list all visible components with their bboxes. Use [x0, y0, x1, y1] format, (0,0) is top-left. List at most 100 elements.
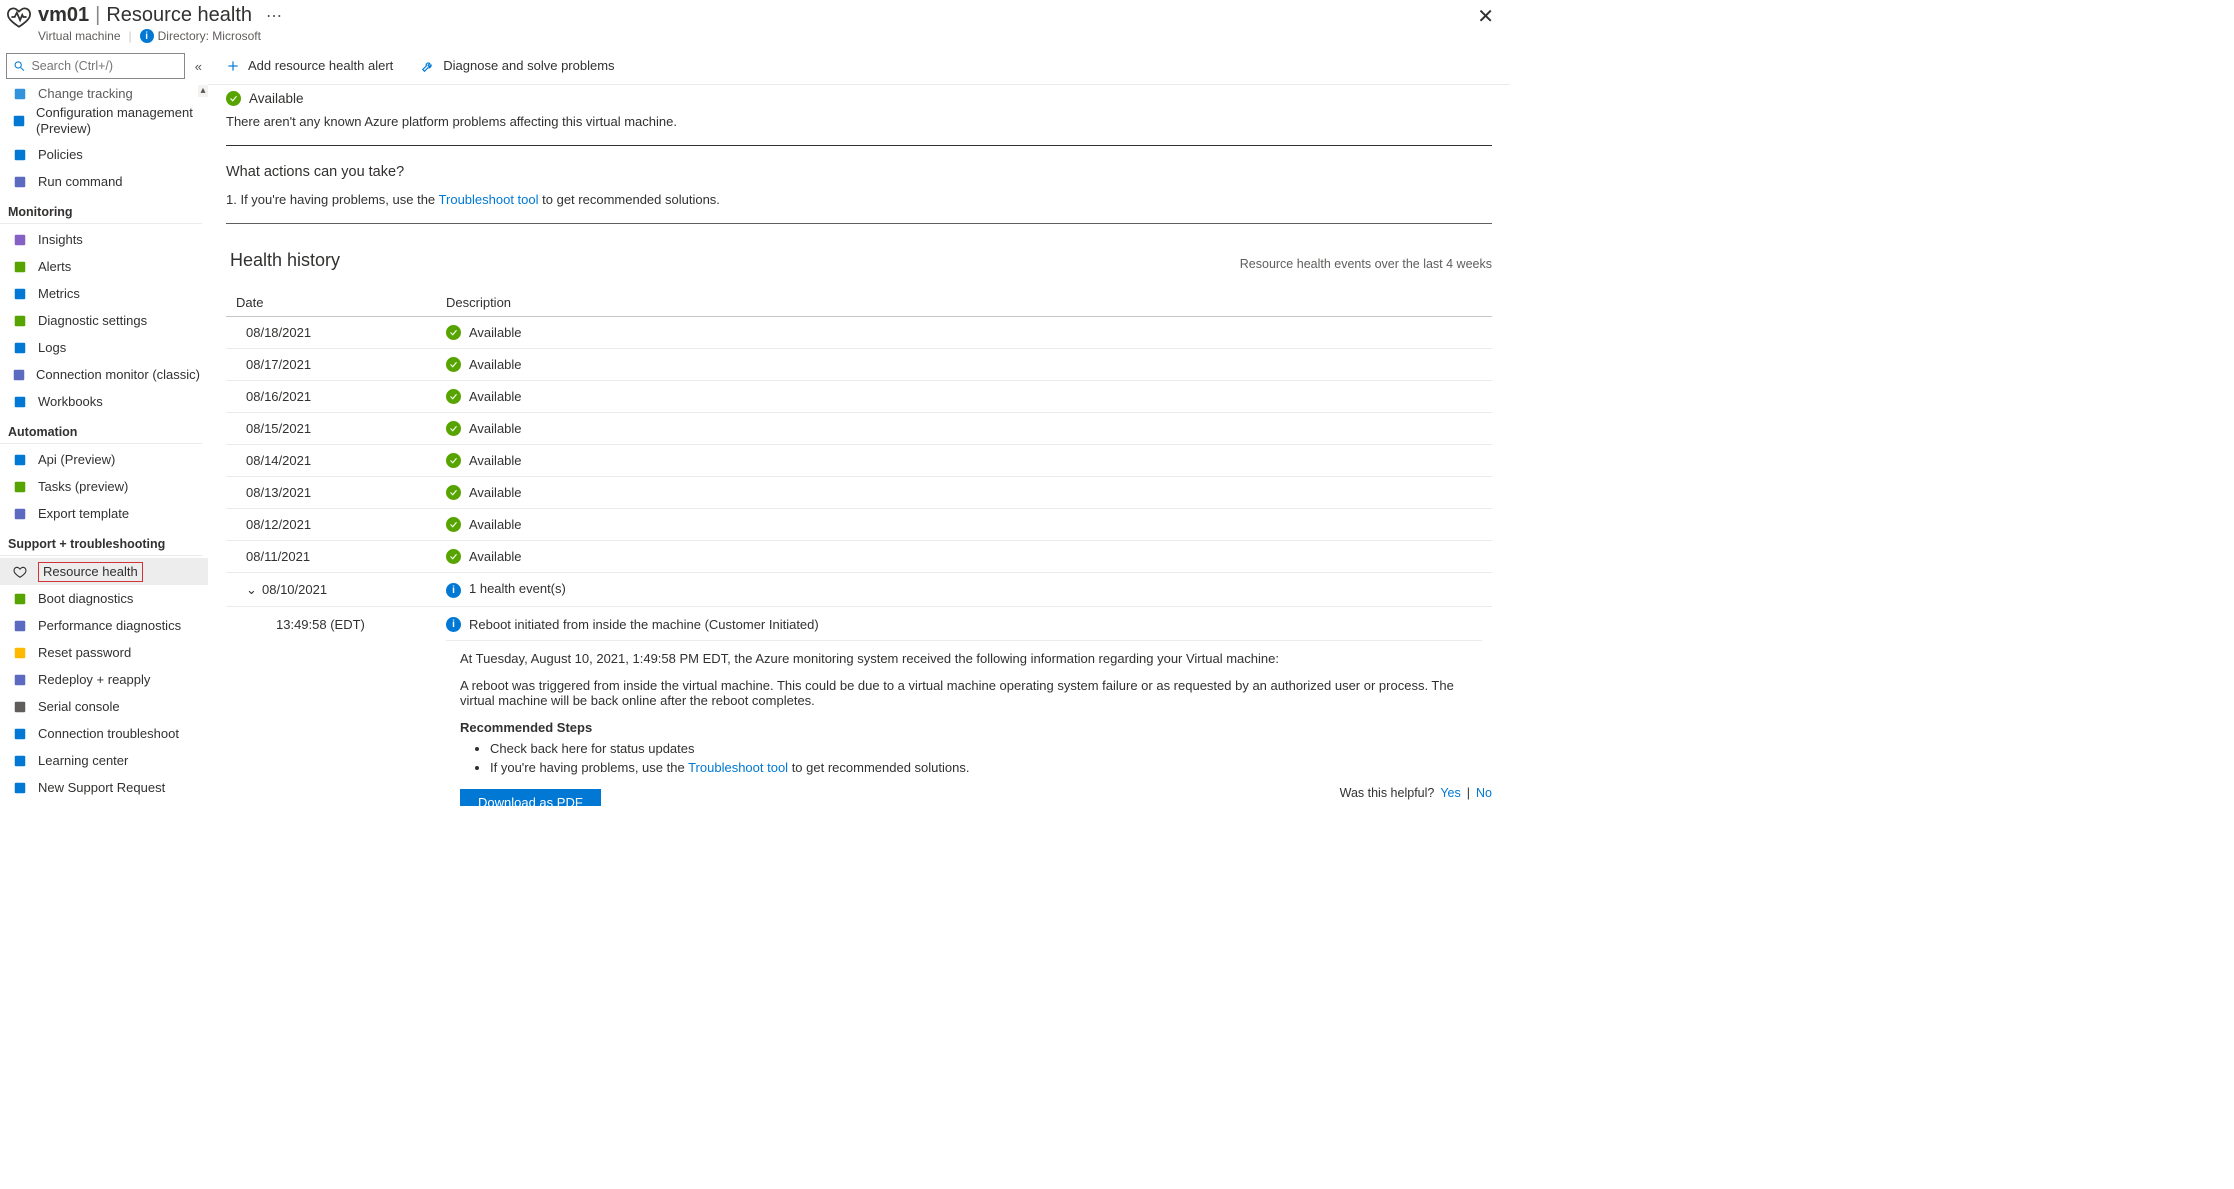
- history-summary: 1 health event(s): [469, 581, 566, 596]
- recommended-step-2: If you're having problems, use the Troub…: [490, 760, 1482, 775]
- sidebar-item-resource-health[interactable]: Resource health: [0, 558, 208, 585]
- history-row[interactable]: 08/17/2021Available: [226, 349, 1492, 381]
- cmd-label: Add resource health alert: [248, 58, 393, 73]
- search-input[interactable]: [31, 59, 177, 73]
- sidebar-item-redeploy[interactable]: Redeploy + reapply: [0, 666, 208, 693]
- event-paragraph-2: A reboot was triggered from inside the v…: [460, 678, 1482, 708]
- sidebar-item-conn-troubleshoot[interactable]: Connection troubleshoot: [0, 720, 208, 747]
- diagnose-solve-button[interactable]: Diagnose and solve problems: [421, 58, 614, 73]
- sidebar-item-tasks-preview[interactable]: Tasks (preview): [0, 473, 208, 500]
- sidebar-item-perf-diag[interactable]: Performance diagnostics: [0, 612, 208, 639]
- nav-item-icon: [12, 87, 28, 101]
- check-icon: [446, 421, 461, 436]
- history-row[interactable]: 08/14/2021Available: [226, 445, 1492, 477]
- sidebar-item-export-template[interactable]: Export template: [0, 500, 208, 527]
- history-row[interactable]: 08/13/2021Available: [226, 477, 1492, 509]
- info-icon: i: [140, 29, 154, 43]
- check-icon: [446, 485, 461, 500]
- troubleshoot-tool-link[interactable]: Troubleshoot tool: [688, 760, 788, 775]
- sidebar-group: Automation: [0, 415, 202, 444]
- directory-label: Directory: Microsoft: [158, 29, 261, 43]
- download-pdf-button[interactable]: Download as PDF: [460, 789, 601, 806]
- sidebar-item-workbooks[interactable]: Workbooks: [0, 388, 208, 415]
- history-row[interactable]: 08/12/2021Available: [226, 509, 1492, 541]
- history-date: 08/14/2021: [226, 445, 436, 477]
- history-date: 08/15/2021: [226, 413, 436, 445]
- sidebar-item-config-mgmt[interactable]: Configuration management (Preview): [0, 101, 208, 141]
- sidebar-item-api-preview[interactable]: Api (Preview): [0, 446, 208, 473]
- nav-item-icon: [12, 175, 28, 189]
- more-actions-button[interactable]: ⋯: [266, 6, 282, 26]
- sidebar-item-label: New Support Request: [38, 780, 165, 795]
- sidebar-item-label: Resource health: [38, 562, 143, 582]
- sidebar-nav[interactable]: Change tracking Configuration management …: [0, 85, 208, 806]
- sidebar-item-new-support[interactable]: New Support Request: [0, 774, 208, 801]
- sidebar-search[interactable]: [6, 53, 185, 79]
- troubleshoot-tool-link[interactable]: Troubleshoot tool: [439, 192, 539, 207]
- add-resource-health-alert-button[interactable]: Add resource health alert: [226, 58, 393, 73]
- nav-item-icon: [12, 368, 26, 382]
- nav-item-icon: [12, 619, 28, 633]
- sidebar: « ▴ Change trackingConfiguration managem…: [0, 47, 208, 806]
- close-button[interactable]: ✕: [1471, 4, 1500, 29]
- sidebar-item-diag-settings[interactable]: Diagnostic settings: [0, 307, 208, 334]
- history-row-expanded[interactable]: ⌄08/10/2021i1 health event(s): [226, 573, 1492, 607]
- sidebar-item-label: Configuration management (Preview): [36, 105, 200, 137]
- sidebar-item-insights[interactable]: Insights: [0, 226, 208, 253]
- sidebar-item-alerts[interactable]: Alerts: [0, 253, 208, 280]
- sidebar-item-reset-pwd[interactable]: Reset password: [0, 639, 208, 666]
- info-icon: i: [446, 617, 461, 632]
- sidebar-item-label: Learning center: [38, 753, 128, 768]
- sidebar-item-label: Insights: [38, 232, 83, 247]
- history-status: Available: [436, 381, 1492, 413]
- page-header: vm01 | Resource health ⋯ Virtual machine…: [0, 0, 1510, 47]
- sidebar-item-label: Tasks (preview): [38, 479, 128, 494]
- command-bar: Add resource health alert Diagnose and s…: [208, 47, 1510, 85]
- history-date: 08/11/2021: [226, 541, 436, 573]
- nav-item-icon: [12, 700, 28, 714]
- sidebar-item-label: Serial console: [38, 699, 120, 714]
- sidebar-item-conn-monitor[interactable]: Connection monitor (classic): [0, 361, 208, 388]
- nav-item-icon: [12, 395, 28, 409]
- sidebar-item-run-command[interactable]: Run command: [0, 168, 208, 195]
- sidebar-item-label: Connection monitor (classic): [36, 367, 200, 382]
- event-detail: 13:49:58 (EDT) i Reboot initiated from i…: [226, 607, 1492, 806]
- sidebar-item-label: Redeploy + reapply: [38, 672, 150, 687]
- feedback-no-link[interactable]: No: [1476, 786, 1492, 800]
- sidebar-item-learning-center[interactable]: Learning center: [0, 747, 208, 774]
- sidebar-item-label: Diagnostic settings: [38, 313, 147, 328]
- history-row[interactable]: 08/15/2021Available: [226, 413, 1492, 445]
- sidebar-item-label: Logs: [38, 340, 66, 355]
- sidebar-item-logs[interactable]: Logs: [0, 334, 208, 361]
- sidebar-item-serial-console[interactable]: Serial console: [0, 693, 208, 720]
- nav-item-icon: [12, 314, 28, 328]
- chevron-down-icon: ⌄: [246, 582, 258, 598]
- check-icon: [226, 91, 241, 106]
- sidebar-item-label: Alerts: [38, 259, 71, 274]
- search-icon: [13, 59, 25, 73]
- history-status: Available: [436, 477, 1492, 509]
- status-state: Available: [249, 91, 304, 106]
- check-icon: [446, 517, 461, 532]
- recommended-steps-heading: Recommended Steps: [460, 720, 1482, 735]
- check-icon: [446, 389, 461, 404]
- history-row[interactable]: 08/16/2021Available: [226, 381, 1492, 413]
- nav-item-icon: [12, 781, 28, 795]
- history-status: Available: [436, 541, 1492, 573]
- feedback-yes-link[interactable]: Yes: [1440, 786, 1460, 800]
- history-row[interactable]: 08/11/2021Available: [226, 541, 1492, 573]
- event-time: 13:49:58 (EDT): [276, 617, 365, 632]
- sidebar-item-boot-diag[interactable]: Boot diagnostics: [0, 585, 208, 612]
- collapse-sidebar-button[interactable]: «: [195, 59, 202, 74]
- history-row[interactable]: 08/18/2021Available: [226, 317, 1492, 349]
- nav-item-icon: [12, 592, 28, 606]
- vm-name: vm01: [38, 4, 89, 27]
- sidebar-item-policies[interactable]: Policies: [0, 141, 208, 168]
- title-separator: |: [95, 4, 100, 27]
- sidebar-item-change-tracking[interactable]: Change tracking: [0, 85, 208, 101]
- health-history-subtitle: Resource health events over the last 4 w…: [1240, 257, 1492, 271]
- check-icon: [446, 325, 461, 340]
- sidebar-item-metrics[interactable]: Metrics: [0, 280, 208, 307]
- health-history-table: Date Description 08/18/2021Available08/1…: [226, 289, 1492, 607]
- nav-item-icon: [12, 453, 28, 467]
